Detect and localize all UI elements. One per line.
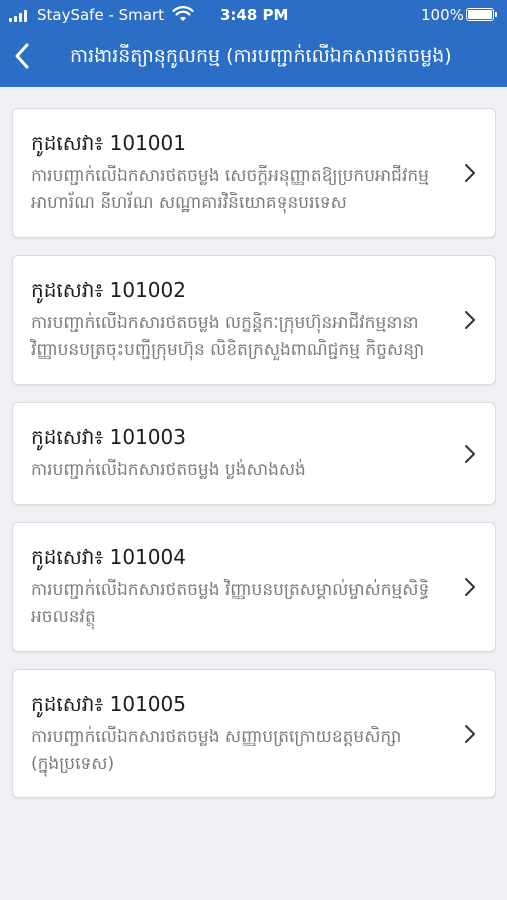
service-note: (ក្នុងប្រទេស): [31, 754, 115, 774]
service-code: កូដសេវា៖ 101002: [31, 278, 186, 302]
chevron-right-icon: [465, 164, 475, 182]
battery-icon: [466, 8, 497, 21]
service-code: កូដសេវា៖ 101001: [31, 131, 186, 155]
chevron-right-icon: [465, 578, 475, 596]
service-code: កូដសេវា៖ 101003: [31, 425, 186, 449]
service-list: កូដសេវា៖ 101001 ការបញ្ជាក់លើឯកសារថតចម្លង…: [12, 108, 496, 815]
page-title: ការងារនីត្យានុកូលកម្ម (ការបញ្ជាក់លើឯកសារ…: [70, 45, 452, 67]
service-code: កូដសេវា៖ 101005: [31, 692, 186, 716]
clock: 3:48 PM: [220, 6, 289, 24]
app-header: StaySafe - Smart 3:48 PM 100% ការងារនីត្…: [0, 0, 507, 87]
service-description: ការបញ្ជាក់លើឯកសារថតចម្លង លក្ខន្តិកៈក្រុម…: [31, 313, 425, 360]
chevron-right-icon: [465, 444, 475, 463]
wifi-icon: [172, 6, 194, 21]
service-description: ការបញ្ជាក់លើឯកសារថតចម្លង សញ្ញាបត្រក្រោយឧ…: [31, 727, 402, 747]
chevron-right-icon: [465, 724, 475, 743]
battery-fill: [468, 10, 492, 19]
service-item-101002[interactable]: កូដសេវា៖ 101002 ការបញ្ជាក់លើឯកសារថតចម្លង…: [12, 255, 496, 385]
back-button[interactable]: [6, 38, 38, 74]
battery-percent: 100%: [421, 6, 464, 24]
signal-icon: [9, 10, 31, 22]
service-item-101005[interactable]: កូដសេវា៖ 101005 ការបញ្ជាក់លើឯកសារថតចម្លង…: [12, 669, 496, 798]
service-description: ការបញ្ជាក់លើឯកសារថតចម្លង ប្លង់សាងសង់: [31, 460, 306, 480]
service-description: ការបញ្ជាក់លើឯកសារថតចម្លង វិញ្ញាបនបត្រសម្…: [31, 580, 430, 627]
chevron-right-icon: [465, 311, 475, 329]
chevron-left-icon: [15, 43, 29, 69]
carrier-name: StaySafe - Smart: [37, 6, 165, 24]
service-description: ការបញ្ជាក់លើឯកសារថតចម្លង សេចក្តីអនុញ្ញាត…: [31, 166, 429, 213]
service-code: កូដសេវា៖ 101004: [31, 545, 186, 569]
service-item-101004[interactable]: កូដសេវា៖ 101004 ការបញ្ជាក់លើឯកសារថតចម្លង…: [12, 522, 496, 652]
service-item-101001[interactable]: កូដសេវា៖ 101001 ការបញ្ជាក់លើឯកសារថតចម្លង…: [12, 108, 496, 238]
service-item-101003[interactable]: កូដសេវា៖ 101003 ការបញ្ជាក់លើឯកសារថតចម្លង…: [12, 402, 496, 505]
status-bar: StaySafe - Smart 3:48 PM 100%: [0, 0, 507, 30]
